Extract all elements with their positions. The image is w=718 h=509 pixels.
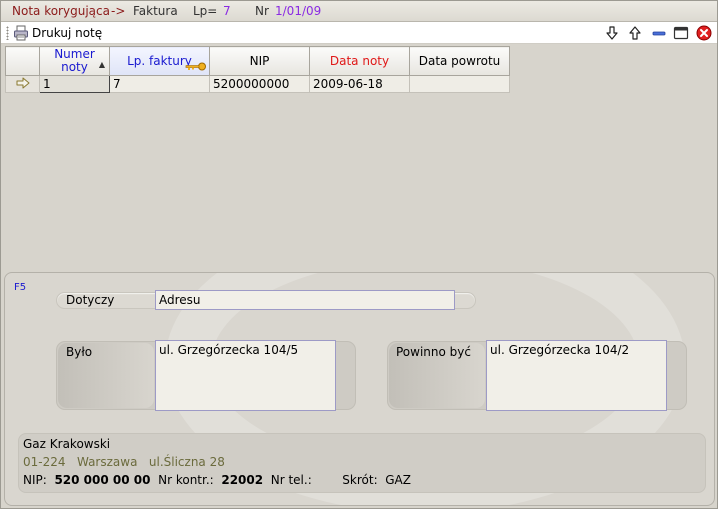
client-contract-label: Nr kontr.: <box>158 473 214 487</box>
print-note-label: Drukuj notę <box>32 26 103 40</box>
minimize-icon[interactable] <box>651 25 667 41</box>
client-short-label: Skrót: <box>342 473 378 487</box>
column-header-lp-faktury[interactable]: Lp. faktury <box>109 46 210 76</box>
table-row[interactable]: 1 7 5200000000 2009-06-18 <box>5 75 510 93</box>
title-nr-label: Nr <box>255 4 269 18</box>
bylo-label: Było <box>66 345 93 359</box>
client-nip-label: NIP: <box>23 473 47 487</box>
column-header-label: Numer <box>54 47 95 61</box>
client-contract-value: 22002 <box>221 473 264 487</box>
client-address-line: 01-224 Warszawa ul.Śliczna 28 <box>23 455 225 469</box>
cell-numer-noty[interactable]: 1 <box>39 75 110 93</box>
table-header-row: Numer noty ▲ Lp. faktury NIP Data noty D… <box>5 46 510 76</box>
powinno-byc-label: Powinno być <box>396 345 471 359</box>
shortcut-hint: F5 <box>14 282 27 293</box>
column-header-label: noty <box>61 60 88 74</box>
cell-nip[interactable]: 5200000000 <box>209 75 310 93</box>
column-header-label: Lp. faktury <box>127 53 192 68</box>
column-header-numer-noty[interactable]: Numer noty ▲ <box>39 46 110 76</box>
client-info-box: Gaz Krakowski 01-224 Warszawa ul.Śliczna… <box>18 433 706 493</box>
dotyczy-label: Dotyczy <box>66 293 115 307</box>
column-header-nip[interactable]: NIP <box>209 46 310 76</box>
arrow-up-icon[interactable] <box>627 25 643 41</box>
title-bar: Nota korygująca -> Faktura Lp= 7 Nr 1/01… <box>1 1 717 22</box>
title-lp-label: Lp= <box>193 4 218 18</box>
cell-data-powrotu[interactable] <box>409 75 510 93</box>
title-doc-type: Nota korygująca <box>12 4 110 18</box>
column-header-data-powrotu[interactable]: Data powrotu <box>409 46 510 76</box>
main-window: Nota korygująca -> Faktura Lp= 7 Nr 1/01… <box>0 0 718 509</box>
client-city: Warszawa <box>76 455 138 469</box>
column-header-label: Data powrotu <box>418 53 501 68</box>
powinno-byc-field[interactable]: ul. Grzegórzecka 104/2 <box>486 340 667 411</box>
column-header-data-noty[interactable]: Data noty <box>309 46 410 76</box>
client-short-value: GAZ <box>385 473 411 487</box>
client-phone-label: Nr tel.: <box>270 473 312 487</box>
sort-ascending-icon: ▲ <box>98 60 105 69</box>
title-lp-value: 7 <box>223 4 231 18</box>
client-nip-value: 520 000 00 00 <box>54 473 151 487</box>
cell-data-noty[interactable]: 2009-06-18 <box>309 75 410 93</box>
current-row-arrow-icon <box>15 77 31 92</box>
bylo-field[interactable]: ul. Grzegórzecka 104/5 <box>155 340 336 411</box>
column-header-label: Data noty <box>329 53 390 68</box>
toolbar-grip[interactable] <box>6 26 9 40</box>
notes-grid-area: Numer noty ▲ Lp. faktury NIP Data noty D… <box>1 44 717 272</box>
printer-icon <box>13 25 29 41</box>
title-nr-value: 1/01/09 <box>275 4 322 18</box>
client-postal-code: 01-224 <box>23 455 66 469</box>
note-details-panel: F5 Dotyczy Adresu Było ul. Grzegórzecka … <box>4 272 715 506</box>
column-header-label: NIP <box>249 53 270 68</box>
client-name: Gaz Krakowski <box>23 437 111 451</box>
print-note-button[interactable]: Drukuj notę <box>13 24 102 42</box>
toolbar: Drukuj notę <box>1 22 717 44</box>
client-details-line: NIP: 520 000 00 00 Nr kontr.: 22002 Nr t… <box>23 473 411 487</box>
maximize-icon[interactable] <box>673 25 689 41</box>
row-indicator[interactable] <box>5 75 40 93</box>
client-street: ul.Śliczna 28 <box>148 455 225 469</box>
dotyczy-field[interactable]: Adresu <box>155 290 455 310</box>
title-arrow: -> <box>111 4 126 18</box>
arrow-down-icon[interactable] <box>604 25 620 41</box>
close-icon[interactable] <box>696 25 712 41</box>
cell-lp-faktury[interactable]: 7 <box>109 75 210 93</box>
key-icon <box>185 61 207 74</box>
title-target: Faktura <box>133 4 178 18</box>
notes-table: Numer noty ▲ Lp. faktury NIP Data noty D… <box>5 46 510 93</box>
row-indicator-header <box>5 46 40 76</box>
